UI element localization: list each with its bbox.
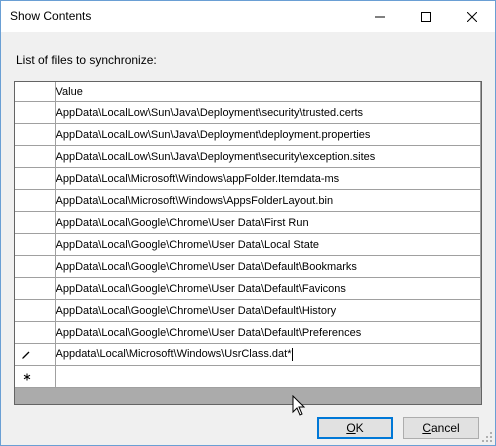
value-text: AppData\Local\Google\Chrome\User Data\Fi… <box>55 216 309 229</box>
value-text: AppData\LocalLow\Sun\Java\Deployment\sec… <box>55 150 376 163</box>
row-header[interactable] <box>15 123 56 146</box>
close-button[interactable] <box>449 1 495 32</box>
value-cell[interactable]: AppData\Local\Google\Chrome\User Data\Fi… <box>55 211 481 234</box>
value-cell[interactable]: AppData\Local\Google\Chrome\User Data\De… <box>55 299 481 322</box>
value-cell[interactable]: AppData\Local\Google\Chrome\User Data\De… <box>55 321 481 344</box>
row-header[interactable] <box>15 101 56 124</box>
value-cell-new[interactable] <box>55 365 481 388</box>
value-text: AppData\Local\Google\Chrome\User Data\Lo… <box>55 238 320 251</box>
table-row[interactable]: AppData\Local\Microsoft\Windows\appFolde… <box>15 167 481 190</box>
row-header-editing[interactable] <box>15 343 56 366</box>
minimize-icon <box>375 16 385 17</box>
table-row-editing[interactable]: Appdata\Local\Microsoft\Windows\UsrClass… <box>15 343 481 366</box>
row-header[interactable] <box>15 277 56 300</box>
value-cell[interactable]: AppData\LocalLow\Sun\Java\Deployment\sec… <box>55 145 481 168</box>
files-list-label: List of files to synchronize: <box>16 53 157 67</box>
row-header[interactable] <box>15 211 56 234</box>
table-row[interactable]: AppData\Local\Google\Chrome\User Data\De… <box>15 321 481 344</box>
value-cell[interactable]: AppData\Local\Microsoft\Windows\AppsFold… <box>55 189 481 212</box>
row-header[interactable] <box>15 167 56 190</box>
table-row[interactable]: AppData\Local\Google\Chrome\User Data\De… <box>15 255 481 278</box>
row-header-new[interactable] <box>15 365 56 388</box>
row-header[interactable] <box>15 189 56 212</box>
ok-button-label: OK <box>346 421 363 435</box>
value-cell[interactable]: AppData\Local\Google\Chrome\User Data\De… <box>55 277 481 300</box>
grid-corner-header[interactable] <box>15 82 56 102</box>
cancel-mnemonic: C <box>422 421 431 435</box>
table-row[interactable]: AppData\Local\Google\Chrome\User Data\Fi… <box>15 211 481 234</box>
value-text: AppData\Local\Google\Chrome\User Data\De… <box>55 282 346 295</box>
files-table: Value AppData\LocalLow\Sun\Java\Deployme… <box>15 82 481 388</box>
table-row[interactable]: AppData\Local\Google\Chrome\User Data\De… <box>15 277 481 300</box>
table-row[interactable]: AppData\Local\Google\Chrome\User Data\De… <box>15 299 481 322</box>
maximize-icon <box>421 11 431 22</box>
row-header[interactable] <box>15 321 56 344</box>
table-row[interactable]: AppData\LocalLow\Sun\Java\Deployment\sec… <box>15 145 481 168</box>
cancel-button-label: Cancel <box>422 421 459 435</box>
table-row[interactable]: AppData\Local\Google\Chrome\User Data\Lo… <box>15 233 481 256</box>
minimize-button[interactable] <box>357 1 403 32</box>
mouse-cursor-icon <box>292 395 306 416</box>
window-title: Show Contents <box>10 9 92 23</box>
value-text: AppData\Local\Google\Chrome\User Data\De… <box>55 260 357 273</box>
new-row-asterisk-icon <box>23 373 31 381</box>
close-icon <box>467 11 477 22</box>
table-row-new[interactable] <box>15 365 481 388</box>
cancel-label-rest: ancel <box>430 421 460 435</box>
cancel-button[interactable]: Cancel <box>403 417 479 439</box>
value-cell[interactable]: AppData\Local\Microsoft\Windows\appFolde… <box>55 167 481 190</box>
table-row[interactable]: AppData\LocalLow\Sun\Java\Deployment\dep… <box>15 123 481 146</box>
value-cell[interactable]: AppData\Local\Google\Chrome\User Data\De… <box>55 255 481 278</box>
ok-button[interactable]: OK <box>317 417 393 439</box>
pencil-icon <box>22 351 30 359</box>
maximize-button[interactable] <box>403 1 449 32</box>
table-row[interactable]: AppData\Local\Microsoft\Windows\AppsFold… <box>15 189 481 212</box>
row-header[interactable] <box>15 145 56 168</box>
title-bar[interactable]: Show Contents <box>1 1 495 32</box>
row-header[interactable] <box>15 255 56 278</box>
value-cell[interactable]: AppData\LocalLow\Sun\Java\Deployment\dep… <box>55 123 481 146</box>
value-text: AppData\Local\Microsoft\Windows\AppsFold… <box>55 194 334 207</box>
value-column-header[interactable]: Value <box>55 82 481 102</box>
editing-value-text[interactable]: Appdata\Local\Microsoft\Windows\UsrClass… <box>56 348 292 360</box>
value-text: AppData\Local\Google\Chrome\User Data\De… <box>55 304 337 317</box>
table-row[interactable]: AppData\LocalLow\Sun\Java\Deployment\sec… <box>15 101 481 124</box>
ok-mnemonic: O <box>346 421 356 435</box>
value-text: AppData\Local\Google\Chrome\User Data\De… <box>55 326 362 339</box>
value-text: AppData\LocalLow\Sun\Java\Deployment\sec… <box>55 106 364 119</box>
value-text: AppData\Local\Microsoft\Windows\appFolde… <box>55 172 340 185</box>
ok-label-rest: K <box>355 421 364 435</box>
show-contents-dialog: Show Contents List of files to synchroni… <box>0 0 496 446</box>
value-text: AppData\LocalLow\Sun\Java\Deployment\dep… <box>55 128 371 141</box>
value-cell[interactable]: AppData\LocalLow\Sun\Java\Deployment\sec… <box>55 101 481 124</box>
row-header[interactable] <box>15 233 56 256</box>
files-grid[interactable]: Value AppData\LocalLow\Sun\Java\Deployme… <box>14 81 482 405</box>
row-header[interactable] <box>15 299 56 322</box>
resize-grip-icon[interactable] <box>481 431 493 443</box>
grid-header-row: Value <box>15 82 481 102</box>
value-cell[interactable]: AppData\Local\Google\Chrome\User Data\Lo… <box>55 233 481 256</box>
value-cell-editing[interactable]: Appdata\Local\Microsoft\Windows\UsrClass… <box>55 343 481 366</box>
text-caret <box>292 348 294 361</box>
